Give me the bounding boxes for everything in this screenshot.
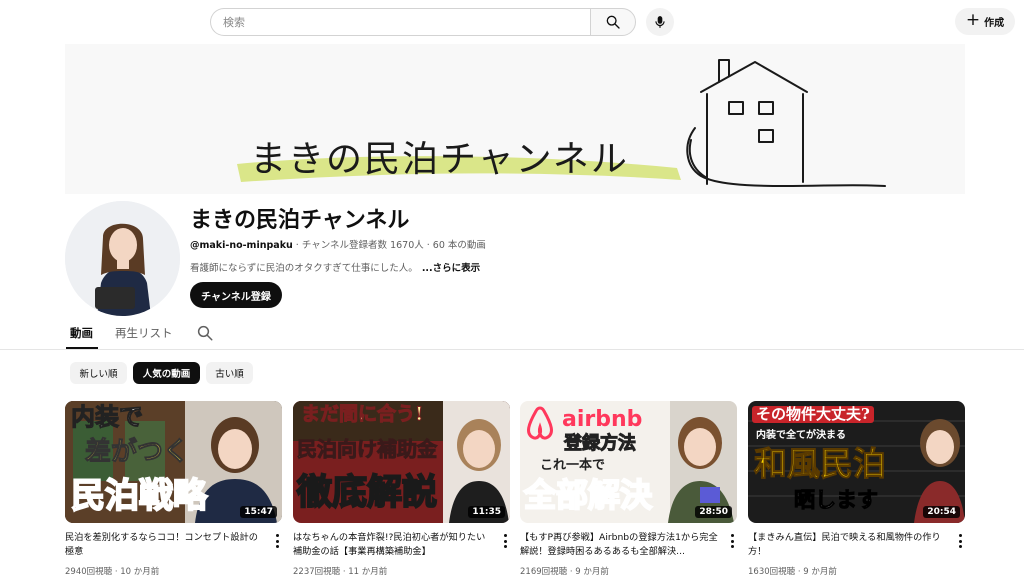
search-icon xyxy=(606,15,620,29)
thumbnail-caption-4: 晒します xyxy=(794,487,879,512)
video-views: 1630回視聴 xyxy=(748,567,796,577)
thumbnail-caption-3: 和風民泊 xyxy=(754,444,887,483)
video-duration: 20:54 xyxy=(923,506,960,518)
thumbnail-caption-3: 民泊戦略 xyxy=(70,476,208,516)
thumbnail-caption-2: 民泊向け補助金 xyxy=(297,437,438,461)
video-age: 9 か月前 xyxy=(803,567,837,577)
video-title[interactable]: 民泊を差別化するならココ！コンセプト設計の極意 xyxy=(65,531,265,559)
channel-meta: @maki-no-minpaku · チャンネル登録者数 1670人 · 60 … xyxy=(190,237,486,251)
more-actions-icon[interactable] xyxy=(502,534,508,548)
search-box[interactable] xyxy=(210,8,590,36)
avatar-portrait xyxy=(65,201,180,316)
video-meta: 2940回視聴 · 10 か月前 xyxy=(65,567,160,577)
video-title[interactable]: はなちゃんの本音炸裂!?民泊初心者が知りたい補助金の話【事業再構築補助金】 xyxy=(293,531,493,559)
video-card[interactable]: その物件大丈夫? 内装で全てが決まる 和風民泊 晒します 20:54 【まきみん… xyxy=(748,401,965,577)
plus-icon: + xyxy=(965,10,981,30)
show-more-link[interactable]: ...さらに表示 xyxy=(422,263,480,274)
video-views: 2169回視聴 xyxy=(520,567,568,577)
channel-search-icon[interactable] xyxy=(196,324,214,342)
video-meta: 2237回視聴 · 11 か月前 xyxy=(293,567,388,577)
thumbnail-caption-1: 内装で xyxy=(71,402,144,431)
video-card[interactable]: 内装で 差がつく 民泊戦略 15:47 民泊を差別化するならココ！コンセプト設計… xyxy=(65,401,282,577)
video-meta: 2169回視聴 · 9 か月前 xyxy=(520,567,609,577)
video-duration: 11:35 xyxy=(468,506,505,518)
thumbnail-caption-2: 登録方法 xyxy=(564,433,637,454)
thumbnail-caption-2: 差がつく xyxy=(84,437,190,467)
thumbnail-caption-2: 内装で全てが決まる xyxy=(756,430,846,441)
channel-handle[interactable]: @maki-no-minpaku xyxy=(190,240,293,251)
video-title[interactable]: 【まきみん直伝】民泊で映える和風物件の作り方！ xyxy=(748,531,948,559)
channel-avatar[interactable] xyxy=(65,201,180,316)
channel-name: まきの民泊チャンネル xyxy=(190,208,410,233)
more-actions-icon[interactable] xyxy=(957,534,963,548)
thumbnail-caption-4: 全部解決 xyxy=(523,476,653,514)
video-thumbnail[interactable]: airbnb 登録方法 これ一本で 全部解決 28:50 xyxy=(520,401,737,523)
video-thumbnail[interactable]: まだ間に合う! 民泊向け補助金 徹底解説 11:35 xyxy=(293,401,510,523)
thumbnail-caption-3: 徹底解説 xyxy=(296,472,438,513)
description-text: 看護師にならずに民泊のオタクすぎて仕事にした人。 xyxy=(190,263,418,274)
voice-search-button[interactable] xyxy=(646,8,674,36)
video-thumbnail[interactable]: 内装で 差がつく 民泊戦略 15:47 xyxy=(65,401,282,523)
thumbnail-caption-1: その物件大丈夫? xyxy=(752,406,874,423)
video-card[interactable]: airbnb 登録方法 これ一本で 全部解決 28:50 【もすP再び参戦】Ai… xyxy=(520,401,737,577)
video-thumbnail[interactable]: その物件大丈夫? 内装で全てが決まる 和風民泊 晒します 20:54 xyxy=(748,401,965,523)
video-views: 2940回視聴 xyxy=(65,567,113,577)
thumbnail-caption-3: これ一本で xyxy=(540,458,606,473)
create-label: 作成 xyxy=(984,18,1005,29)
video-card[interactable]: まだ間に合う! 民泊向け補助金 徹底解説 11:35 はなちゃんの本音炸裂!?民… xyxy=(293,401,510,577)
tab-videos[interactable]: 動画 xyxy=(70,325,93,341)
tab-playlists[interactable]: 再生リスト xyxy=(115,325,173,341)
video-meta: 1630回視聴 · 9 か月前 xyxy=(748,567,837,577)
more-actions-icon[interactable] xyxy=(729,534,735,548)
video-age: 9 か月前 xyxy=(575,567,609,577)
thumbnail-caption-1: まだ間に合う! xyxy=(300,403,424,425)
channel-tabs: 動画 再生リスト xyxy=(0,320,1024,350)
video-age: 10 か月前 xyxy=(120,567,160,577)
active-tab-indicator xyxy=(66,347,98,349)
top-bar: + 作成 xyxy=(0,0,1024,44)
search-input[interactable] xyxy=(211,9,590,35)
channel-banner: まきの民泊チャンネル xyxy=(65,44,965,194)
channel-stats: · チャンネル登録者数 1670人 · 60 本の動画 xyxy=(292,240,486,251)
chip-oldest[interactable]: 古い順 xyxy=(206,362,253,384)
microphone-icon xyxy=(655,16,665,28)
chip-newest[interactable]: 新しい順 xyxy=(70,362,127,384)
thumbnail-caption-1: airbnb xyxy=(562,407,643,432)
channel-description: 看護師にならずに民泊のオタクすぎて仕事にした人。 ...さらに表示 xyxy=(190,260,480,274)
banner-title: まきの民泊チャンネル xyxy=(250,139,629,180)
subscribe-button[interactable]: チャンネル登録 xyxy=(190,282,282,308)
video-age: 11 か月前 xyxy=(348,567,388,577)
video-views: 2237回視聴 xyxy=(293,567,341,577)
create-button[interactable]: + 作成 xyxy=(955,8,1015,35)
chip-popular[interactable]: 人気の動画 xyxy=(133,362,200,384)
video-duration: 15:47 xyxy=(240,506,277,518)
more-actions-icon[interactable] xyxy=(274,534,280,548)
video-title[interactable]: 【もすP再び参戦】Airbnbの登録方法1から完全解説！登録時困るあるあるも全部… xyxy=(520,531,720,559)
search-button[interactable] xyxy=(590,8,636,36)
video-duration: 28:50 xyxy=(695,506,732,518)
